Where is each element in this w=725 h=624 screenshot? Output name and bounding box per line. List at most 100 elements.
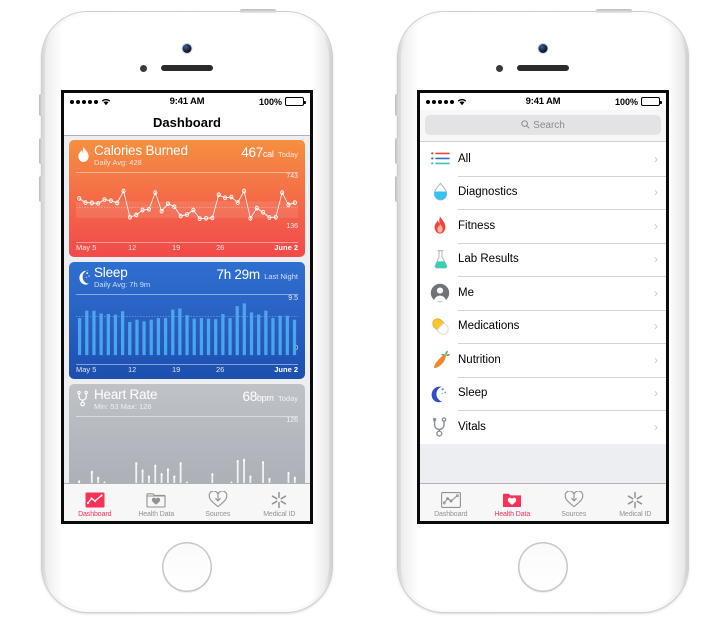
card-subtitle: Daily Avg: 428 <box>94 158 142 167</box>
card-value: 467cal <box>241 145 274 160</box>
tab-bar-left[interactable]: Dashboard Health Data Sources Medical ID <box>64 483 310 521</box>
medical-star-icon <box>626 490 644 510</box>
list-item-diagnostics[interactable]: Diagnostics › <box>420 175 666 209</box>
card-value-unit: bpm <box>256 393 274 403</box>
x-tick: June 2 <box>274 243 298 252</box>
stethoscope-icon <box>429 416 451 438</box>
tab-label: Health Data <box>494 510 531 518</box>
card-title-group: Heart Rate Min: 53 Max: 126 <box>94 388 157 412</box>
screen-right: 9:41 AM 100% Search All › Diagnostics › … <box>417 90 669 524</box>
tab-label: Sources <box>205 510 231 518</box>
card-header: Sleep Daily Avg: 7h 9m 7h 29m Last Night <box>69 262 305 293</box>
dashboard-chart-icon <box>85 490 105 510</box>
list-item-lab-results[interactable]: Lab Results › <box>420 242 666 276</box>
sleep-x-axis: May 5 12 19 26 June 2 <box>76 364 298 379</box>
card-title: Sleep <box>94 265 128 280</box>
tab-health-data[interactable]: Health Data <box>482 484 544 521</box>
card-value-group: 7h 29m Last Night <box>217 266 298 284</box>
x-tick: June 2 <box>274 365 298 374</box>
chevron-right-icon: › <box>654 319 658 334</box>
list-item-label: Diagnostics <box>458 186 518 199</box>
home-button-right[interactable] <box>518 542 568 592</box>
list-item-vitals[interactable]: Vitals › <box>420 410 666 444</box>
heart-bar-svg <box>78 458 296 483</box>
power-button-left[interactable] <box>240 9 276 13</box>
list-item-medications[interactable]: Medications › <box>420 309 666 343</box>
status-bar-right: 9:41 AM 100% <box>420 93 666 110</box>
card-value-group: 467cal Today <box>241 144 298 162</box>
chevron-right-icon: › <box>654 352 658 367</box>
heart-chart: 126 <box>76 417 298 483</box>
proximity-sensor-icon <box>140 65 147 72</box>
sleep-chart: 9.5 0 <box>76 295 298 364</box>
list-item-label: All <box>458 152 471 165</box>
power-button-right[interactable] <box>596 9 632 13</box>
chevron-right-icon: › <box>654 419 658 434</box>
volume-up-button-left[interactable] <box>39 138 43 164</box>
tab-sources[interactable]: Sources <box>187 484 249 521</box>
calories-chart: 743 136 <box>76 173 298 242</box>
tab-label: Medical ID <box>619 510 652 518</box>
list-item-label: Nutrition <box>458 353 501 366</box>
dashboard-content[interactable]: Calories Burned Daily Avg: 428 467cal To… <box>64 136 310 483</box>
list-item-nutrition[interactable]: Nutrition › <box>420 343 666 377</box>
volume-down-button-right[interactable] <box>395 176 399 202</box>
front-camera-icon <box>182 44 192 53</box>
folder-heart-icon <box>502 490 522 510</box>
x-tick: 26 <box>216 243 225 252</box>
card-heart-rate[interactable]: Heart Rate Min: 53 Max: 126 68bpm Today … <box>69 384 305 483</box>
screenshot-stage: 9:41 AM 100% Dashboard Calories Burned D… <box>0 0 725 624</box>
tab-dashboard[interactable]: Dashboard <box>420 484 482 521</box>
tab-dashboard[interactable]: Dashboard <box>64 484 126 521</box>
home-button-left[interactable] <box>162 542 212 592</box>
card-value: 7h 29m <box>216 267 261 282</box>
heart-download-icon <box>564 490 584 510</box>
battery-percent-label: 100% <box>258 96 282 107</box>
card-header: Calories Burned Daily Avg: 428 467cal To… <box>69 140 305 171</box>
silent-switch-left[interactable] <box>39 94 43 116</box>
list-item-me[interactable]: Me › <box>420 276 666 310</box>
card-sleep[interactable]: Sleep Daily Avg: 7h 9m 7h 29m Last Night… <box>69 262 305 379</box>
stethoscope-icon <box>76 389 91 409</box>
nav-bar-left: Dashboard <box>64 110 310 136</box>
list-item-label: Medications <box>458 320 520 333</box>
battery-percent-label: 100% <box>614 96 638 107</box>
tab-label: Sources <box>561 510 587 518</box>
chevron-right-icon: › <box>654 218 658 233</box>
earpiece-speaker-icon <box>517 65 569 71</box>
list-item-label: Fitness <box>458 219 496 232</box>
list-item-fitness[interactable]: Fitness › <box>420 209 666 243</box>
list-item-sleep[interactable]: Sleep › <box>420 376 666 410</box>
moon-icon <box>429 382 451 404</box>
x-tick: 19 <box>172 243 181 252</box>
tab-label: Health Data <box>138 510 175 518</box>
dashboard-chart-icon <box>440 490 461 510</box>
tab-sources[interactable]: Sources <box>543 484 605 521</box>
card-subtitle: Daily Avg: 7h 9m <box>94 280 151 289</box>
search-bar-area: Search <box>420 110 666 142</box>
x-tick: May 5 <box>76 243 97 252</box>
card-value-number: 467 <box>241 145 263 160</box>
search-input[interactable]: Search <box>425 115 661 135</box>
tab-medical-id[interactable]: Medical ID <box>249 484 311 521</box>
search-placeholder: Search <box>533 119 565 131</box>
tab-label: Dashboard <box>78 510 112 518</box>
volume-down-button-left[interactable] <box>39 176 43 202</box>
tab-medical-id[interactable]: Medical ID <box>605 484 667 521</box>
health-data-content[interactable]: Search All › Diagnostics › Fitness › Lab… <box>420 110 666 483</box>
droplet-icon <box>429 181 451 203</box>
card-header: Heart Rate Min: 53 Max: 126 68bpm Today <box>69 384 305 415</box>
list-item-label: Lab Results <box>458 253 519 266</box>
card-calories-burned[interactable]: Calories Burned Daily Avg: 428 467cal To… <box>69 140 305 257</box>
card-title: Heart Rate <box>94 387 158 402</box>
silent-switch-right[interactable] <box>395 94 399 116</box>
card-value-number: 7h 29m <box>216 267 261 282</box>
chevron-right-icon: › <box>654 285 658 300</box>
tab-bar-right[interactable]: Dashboard Health Data Sources Medical ID <box>420 483 666 521</box>
tab-health-data[interactable]: Health Data <box>126 484 188 521</box>
volume-up-button-right[interactable] <box>395 138 399 164</box>
card-title: Calories Burned <box>94 143 188 158</box>
earpiece-speaker-icon <box>161 65 213 71</box>
card-value-number: 68 <box>242 389 258 404</box>
list-item-all[interactable]: All › <box>420 142 666 176</box>
